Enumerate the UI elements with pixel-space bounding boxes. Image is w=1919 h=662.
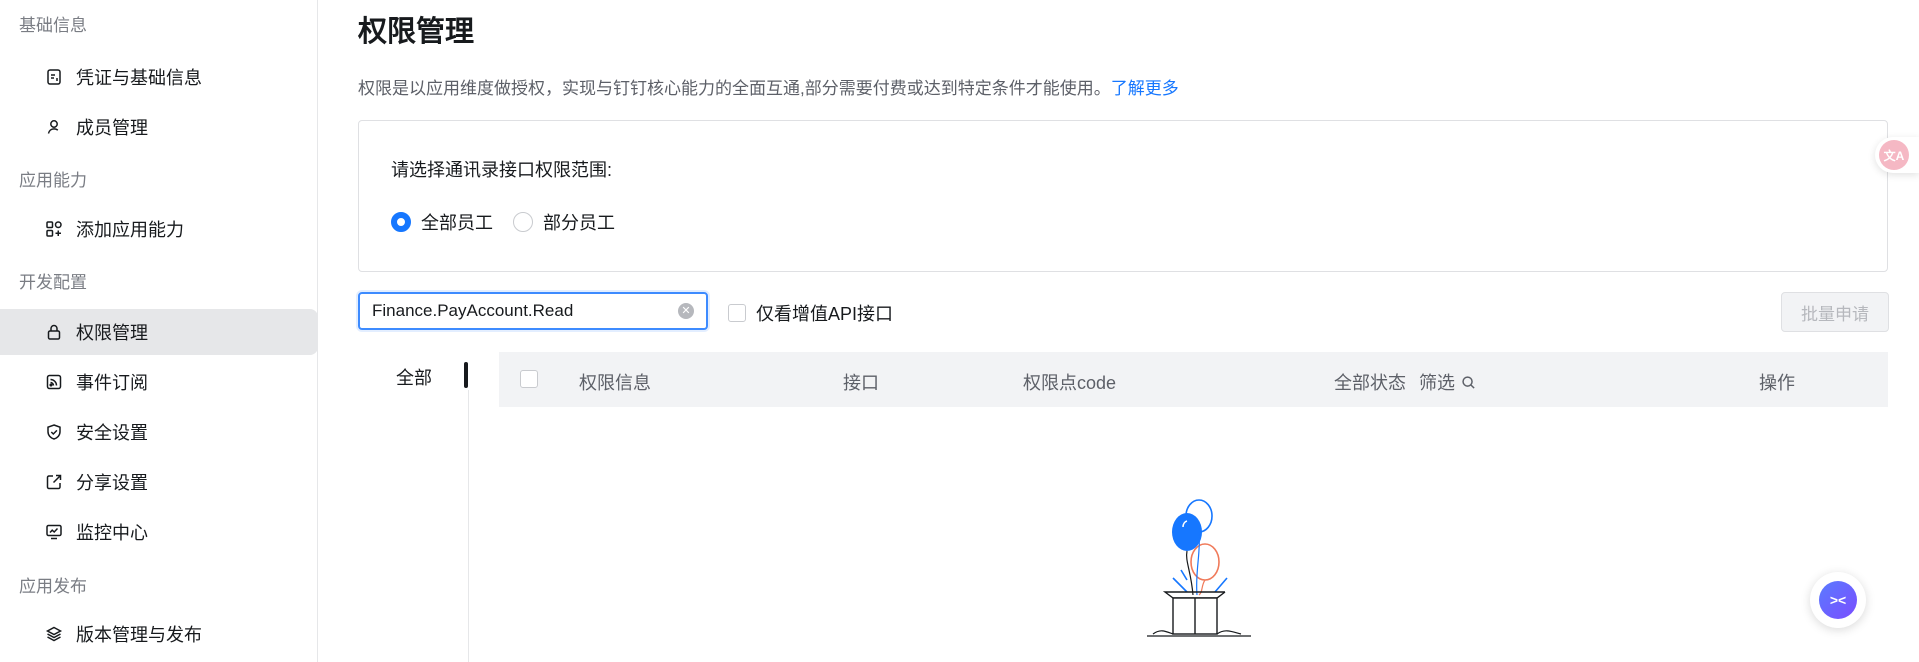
- sidebar-item-label: 监控中心: [76, 523, 148, 543]
- user-icon: [44, 117, 64, 137]
- assistant-widget[interactable]: ><: [1810, 572, 1866, 628]
- layers-icon: [44, 624, 64, 644]
- radio-checked-icon: [391, 212, 411, 232]
- main-content: 权限管理 权限是以应用维度做授权，实现与钉钉核心能力的全面互通,部分需要付费或达…: [318, 0, 1919, 662]
- sidebar-item-label: 安全设置: [76, 423, 148, 443]
- radio-unchecked-icon: [513, 212, 533, 232]
- sidebar-group-basic-info: 基础信息: [19, 16, 87, 35]
- search-icon: [1462, 375, 1475, 389]
- credential-icon: [44, 67, 64, 87]
- sidebar-item-label: 事件订阅: [76, 373, 148, 393]
- rss-icon: [44, 372, 64, 392]
- sidebar-item-events[interactable]: 事件订阅: [0, 359, 318, 405]
- sidebar-group-publish: 应用发布: [19, 577, 87, 596]
- select-all-checkbox[interactable]: [520, 370, 538, 388]
- translate-widget[interactable]: 文A: [1875, 137, 1919, 173]
- clear-icon[interactable]: ✕: [678, 303, 694, 319]
- table-header: 权限信息 接口 权限点code 全部状态 筛选 操作: [499, 352, 1888, 407]
- sidebar-item-label: 版本管理与发布: [76, 625, 202, 645]
- learn-more-link[interactable]: 了解更多: [1111, 79, 1179, 98]
- column-header-action: 操作: [1759, 373, 1795, 393]
- sidebar: 基础信息 凭证与基础信息 成员管理 应用能力 添加应用能力 开发配置 权限管理 …: [0, 0, 318, 662]
- sidebar-item-add-capability[interactable]: 添加应用能力: [0, 206, 318, 252]
- radio-all-employees[interactable]: 全部员工: [391, 209, 493, 235]
- sidebar-item-label: 凭证与基础信息: [76, 68, 202, 88]
- sidebar-group-dev-config: 开发配置: [19, 273, 87, 292]
- monitor-icon: [44, 522, 64, 542]
- apps-icon: [44, 219, 64, 239]
- description-text: 权限是以应用维度做授权，实现与钉钉核心能力的全面互通,部分需要付费或达到特定条件…: [358, 79, 1111, 98]
- sidebar-group-app-capability: 应用能力: [19, 171, 87, 190]
- sidebar-item-credentials[interactable]: 凭证与基础信息: [0, 54, 318, 100]
- column-header-status[interactable]: 全部状态: [1334, 369, 1406, 395]
- sidebar-item-members[interactable]: 成员管理: [0, 104, 318, 150]
- filter-label: 筛选: [1419, 373, 1455, 393]
- value-added-api-label: 仅看增值API接口: [756, 304, 894, 324]
- category-tab-all[interactable]: 全部: [396, 364, 432, 390]
- sidebar-item-versions[interactable]: 版本管理与发布: [0, 611, 318, 657]
- scope-radio-group: 全部员工 部分员工: [391, 209, 615, 235]
- sidebar-item-label: 分享设置: [76, 473, 148, 493]
- page-title: 权限管理: [358, 16, 475, 48]
- share-icon: [44, 472, 64, 492]
- sidebar-item-permissions[interactable]: 权限管理: [0, 309, 318, 355]
- sidebar-item-label: 权限管理: [76, 323, 148, 343]
- sidebar-item-label: 添加应用能力: [76, 220, 184, 240]
- empty-state-illustration: [1147, 499, 1251, 637]
- lock-icon: [44, 322, 64, 342]
- category-active-indicator: [464, 362, 468, 388]
- batch-apply-button[interactable]: 批量申请: [1781, 292, 1889, 332]
- shield-icon: [44, 422, 64, 442]
- filter-button[interactable]: 筛选: [1419, 369, 1476, 395]
- search-input[interactable]: [372, 301, 672, 321]
- column-header-code: 权限点code: [1023, 373, 1117, 393]
- assistant-icon: ><: [1819, 581, 1857, 619]
- radio-label: 全部员工: [421, 213, 493, 233]
- page-description: 权限是以应用维度做授权，实现与钉钉核心能力的全面互通,部分需要付费或达到特定条件…: [358, 74, 1179, 99]
- scope-card: 请选择通讯录接口权限范围: 全部员工 部分员工: [358, 120, 1888, 272]
- permission-search: ✕: [358, 292, 708, 330]
- column-header-api: 接口: [843, 373, 879, 393]
- radio-some-employees[interactable]: 部分员工: [513, 209, 615, 235]
- category-divider: [468, 390, 469, 662]
- sidebar-item-monitor[interactable]: 监控中心: [0, 509, 318, 555]
- translate-icon: 文A: [1879, 140, 1909, 170]
- column-header-info: 权限信息: [579, 373, 651, 393]
- scope-label: 请选择通讯录接口权限范围:: [391, 160, 612, 180]
- checkbox-icon[interactable]: [728, 304, 746, 322]
- value-added-api-filter[interactable]: 仅看增值API接口: [728, 300, 893, 326]
- radio-label: 部分员工: [543, 213, 615, 233]
- sidebar-item-security[interactable]: 安全设置: [0, 409, 318, 455]
- sidebar-item-share[interactable]: 分享设置: [0, 459, 318, 505]
- sidebar-item-label: 成员管理: [76, 118, 148, 138]
